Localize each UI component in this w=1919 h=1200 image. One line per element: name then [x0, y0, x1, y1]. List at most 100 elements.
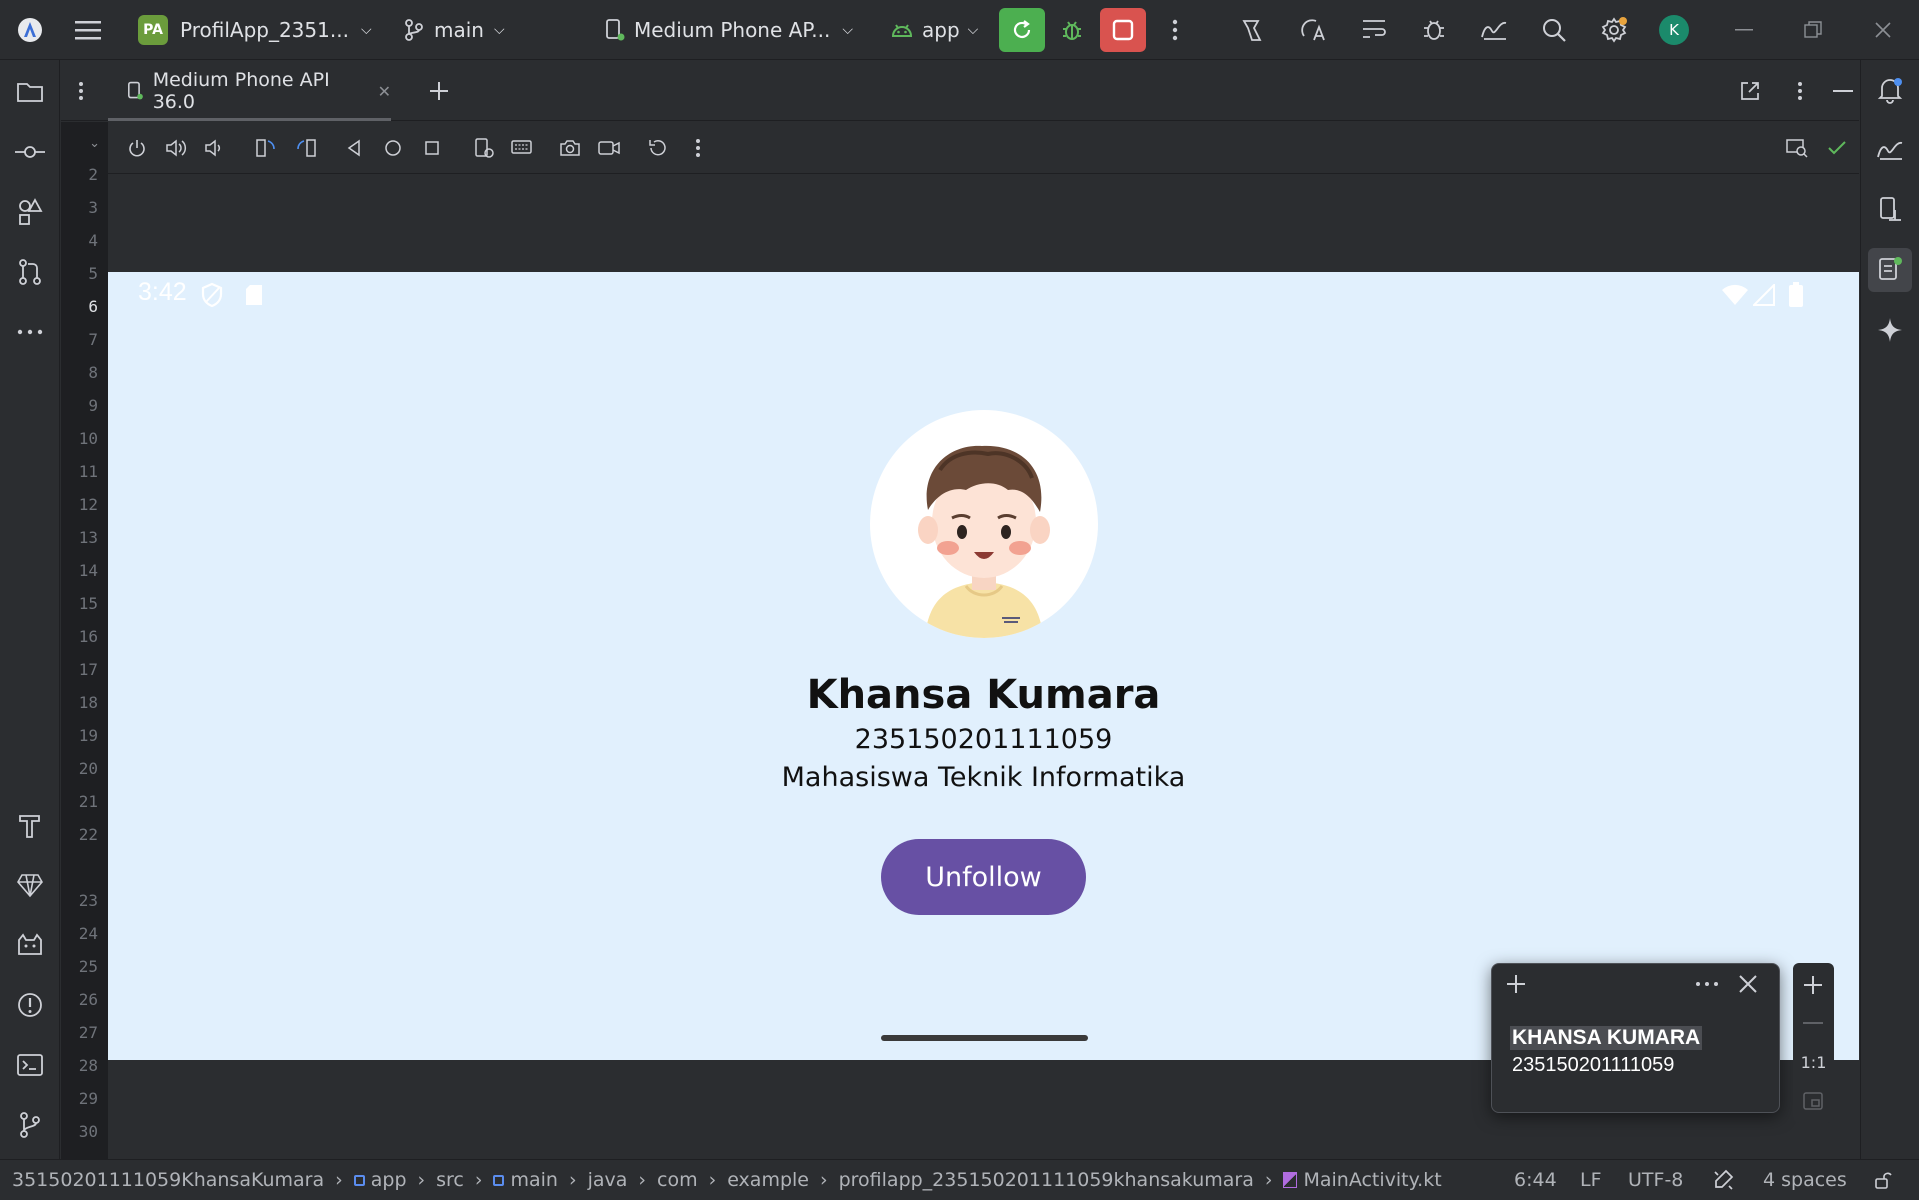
problems-icon[interactable]: [10, 985, 50, 1025]
module-icon: [353, 1174, 365, 1186]
settings-bug-icon[interactable]: [1414, 10, 1454, 50]
device-selector[interactable]: Medium Phone AP... ⌵: [604, 0, 853, 60]
power-icon[interactable]: [117, 128, 157, 168]
file-encoding[interactable]: UTF-8: [1628, 1160, 1683, 1200]
resource-manager-icon[interactable]: [10, 192, 50, 232]
tab-label: Medium Phone API 36.0: [152, 69, 330, 113]
notifications-bell-icon[interactable]: [1870, 70, 1910, 110]
profile-avatar: [870, 410, 1098, 638]
add-tab-icon[interactable]: [419, 71, 459, 111]
keyboard-icon[interactable]: [502, 128, 542, 168]
line-number: 29: [78, 1089, 98, 1108]
caret-position[interactable]: 6:44: [1514, 1160, 1557, 1200]
device-icon: [128, 81, 143, 100]
restore-window-icon[interactable]: [1793, 10, 1833, 50]
screen-record-icon[interactable]: [589, 128, 629, 168]
close-tab-icon[interactable]: ✕: [378, 82, 391, 101]
search-icon[interactable]: [1534, 10, 1574, 50]
gesture-nav-handle[interactable]: [881, 1035, 1088, 1041]
tab-options-icon[interactable]: [61, 71, 101, 111]
hide-panel-icon[interactable]: [1823, 71, 1863, 111]
version-control-icon[interactable]: [10, 1105, 50, 1145]
snapshot-restore-icon[interactable]: [638, 128, 678, 168]
rotate-left-icon[interactable]: [246, 128, 286, 168]
close-window-icon[interactable]: [1863, 10, 1903, 50]
project-folder-icon[interactable]: [10, 72, 50, 112]
minimize-window-icon[interactable]: [1724, 10, 1764, 50]
breadcrumb-main[interactable]: main: [510, 1169, 557, 1191]
zoom-fit-icon[interactable]: [1793, 1081, 1833, 1121]
status-bar: 35150201111059KhansaKumara › app › src ›…: [0, 1159, 1919, 1199]
lock-icon[interactable]: [1873, 1160, 1893, 1200]
logcat-icon[interactable]: [10, 925, 50, 965]
panel-options-icon[interactable]: [1780, 71, 1820, 111]
line-number: 19: [78, 726, 98, 745]
rerun-icon: [1013, 20, 1031, 39]
settings-gear-icon[interactable]: [1594, 10, 1634, 50]
phone-screen[interactable]: 3:42 Khansa Kumara 235150201111059 Mahas…: [108, 272, 1859, 1060]
volume-down-icon[interactable]: [194, 128, 234, 168]
add-icon[interactable]: [1496, 964, 1536, 1004]
emulator-more-icon[interactable]: [678, 128, 718, 168]
volume-up-icon[interactable]: [156, 128, 196, 168]
debug-icon[interactable]: [1052, 10, 1092, 50]
commit-icon[interactable]: [10, 132, 50, 172]
profiler-icon[interactable]: [1474, 10, 1514, 50]
unfollow-button[interactable]: Unfollow: [881, 839, 1086, 915]
breadcrumb-app[interactable]: app: [371, 1169, 407, 1191]
main-menu-icon[interactable]: [68, 10, 108, 50]
popup-more-icon[interactable]: [1687, 964, 1727, 1004]
zoom-actual-size[interactable]: 1:1: [1793, 1053, 1834, 1072]
breadcrumb-file[interactable]: MainActivity.kt: [1303, 1169, 1441, 1191]
zoom-out-icon[interactable]: [1793, 1003, 1833, 1043]
popup-close-icon[interactable]: [1728, 964, 1768, 1004]
line-number: 20: [78, 759, 98, 778]
branch-selector[interactable]: main ⌵: [404, 0, 505, 60]
tab-device[interactable]: Medium Phone API 36.0 ✕: [108, 61, 391, 121]
indent-setting[interactable]: 4 spaces: [1763, 1160, 1847, 1200]
sd-card-icon: [244, 284, 264, 306]
stop-button[interactable]: [1100, 8, 1146, 52]
device-manager-icon[interactable]: [1870, 190, 1910, 230]
breadcrumb-example[interactable]: example: [727, 1169, 809, 1191]
zoom-search-icon[interactable]: [1777, 128, 1817, 168]
back-icon[interactable]: [334, 128, 374, 168]
more-tool-windows-icon[interactable]: [10, 312, 50, 352]
right-tool-window-bar: [1860, 60, 1919, 1159]
branch-name: main: [434, 18, 484, 42]
pull-requests-icon[interactable]: [10, 252, 50, 292]
user-avatar[interactable]: K: [1659, 15, 1689, 45]
breadcrumb-java[interactable]: java: [588, 1169, 628, 1191]
rerun-button[interactable]: [999, 8, 1045, 52]
open-external-icon[interactable]: [1730, 71, 1770, 111]
ai-assist-icon[interactable]: [1712, 1160, 1734, 1200]
word-wrap-icon[interactable]: [1354, 10, 1394, 50]
gemini-sparkle-icon[interactable]: [1870, 310, 1910, 350]
project-selector[interactable]: PA ProfilApp_2351... ⌵: [138, 0, 372, 60]
terminal-icon[interactable]: [10, 1045, 50, 1085]
breadcrumb-package[interactable]: profilapp_235150201111059khansakumara: [839, 1169, 1254, 1191]
zoom-in-icon[interactable]: [1793, 965, 1833, 1005]
project-badge: PA: [138, 15, 168, 45]
device-settings-icon[interactable]: [464, 128, 504, 168]
screenshot-camera-icon[interactable]: [550, 128, 590, 168]
app-inspection-icon[interactable]: [1870, 130, 1910, 170]
rotate-right-icon[interactable]: [286, 128, 326, 168]
build-hammer-icon[interactable]: [10, 805, 50, 845]
home-icon[interactable]: [373, 128, 413, 168]
line-ending[interactable]: LF: [1580, 1160, 1602, 1200]
profile-name: Khansa Kumara: [806, 672, 1161, 718]
module-icon: [493, 1174, 505, 1186]
breadcrumb-project[interactable]: 35150201111059KhansaKumara: [12, 1169, 324, 1191]
run-config-selector[interactable]: app ⌵: [890, 0, 978, 60]
fold-chevron-icon[interactable]: ⌄: [89, 136, 100, 151]
zoom-controls: 1:1: [1793, 963, 1834, 1123]
gem-icon[interactable]: [10, 865, 50, 905]
deploy-icon[interactable]: [1234, 10, 1274, 50]
breadcrumb-src[interactable]: src: [436, 1169, 464, 1191]
breadcrumb-com[interactable]: com: [657, 1169, 698, 1191]
more-actions-icon[interactable]: [1155, 10, 1195, 50]
running-devices-button[interactable]: [1868, 248, 1912, 292]
overview-icon[interactable]: [412, 128, 452, 168]
translate-icon[interactable]: [1294, 10, 1334, 50]
